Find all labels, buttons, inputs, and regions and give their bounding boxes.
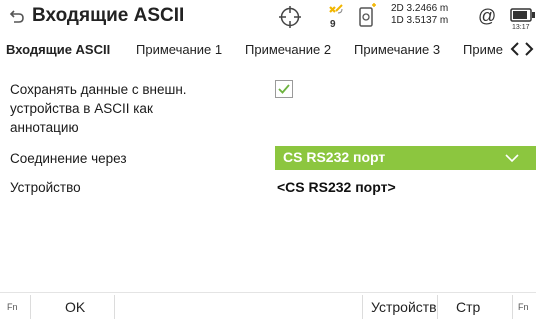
battery-icon xyxy=(510,8,535,22)
fn-left-key[interactable]: Fn xyxy=(7,302,18,312)
connection-value: CS RS232 порт xyxy=(283,149,386,165)
ok-button-label: OK xyxy=(65,299,86,315)
page-title: Входящие ASCII xyxy=(32,5,185,26)
at-icon[interactable]: @ xyxy=(478,6,496,27)
page-button-label: Стр xyxy=(456,299,481,315)
devices-button-label: Устройств xyxy=(371,299,437,315)
page-button[interactable]: Стр xyxy=(438,293,512,320)
connection-dropdown[interactable]: CS RS232 порт xyxy=(275,146,536,170)
tab-note-2[interactable]: Примечание 2 xyxy=(245,42,331,57)
device-status-icon[interactable] xyxy=(357,3,377,31)
fn-right-key[interactable]: Fn xyxy=(518,302,529,312)
position-crosshair-icon[interactable] xyxy=(278,5,302,29)
chevron-down-icon xyxy=(505,154,519,163)
device-value: <CS RS232 порт> xyxy=(277,179,396,195)
clock: 13:17 xyxy=(512,24,530,31)
separator xyxy=(114,295,115,319)
chevron-right-icon[interactable] xyxy=(522,41,536,57)
accuracy-readout: 2D 3.2466 m 1D 3.5137 m xyxy=(391,3,448,27)
accuracy-1d: 1D 3.5137 m xyxy=(391,15,449,26)
checkmark-icon xyxy=(278,84,290,94)
ok-button[interactable]: OK xyxy=(31,293,114,320)
connection-label: Соединение через xyxy=(10,151,127,166)
tab-note-4-truncated[interactable]: Приме xyxy=(463,42,503,57)
tab-bar: Входящие ASCII Примечание 1 Примечание 2… xyxy=(0,36,536,62)
back-icon[interactable] xyxy=(7,8,27,28)
satellite-count: 9 xyxy=(330,19,336,30)
save-ascii-label-line1: Сохранять данные с внешн. xyxy=(10,82,187,97)
save-ascii-label-line3: аннотацию xyxy=(10,120,79,135)
title-bar: Входящие ASCII 9 2D 3.2466 m 1D 3.5137 m… xyxy=(0,0,536,36)
tab-incoming-ascii[interactable]: Входящие ASCII xyxy=(6,42,110,57)
devices-button[interactable]: Устройств xyxy=(363,293,437,320)
function-key-bar: Fn OK Устройств Стр Fn xyxy=(0,292,536,320)
save-ascii-label-line2: устройства в ASCII как xyxy=(10,101,153,116)
tab-note-1[interactable]: Примечание 1 xyxy=(136,42,222,57)
tab-note-3[interactable]: Примечание 3 xyxy=(354,42,440,57)
save-ascii-checkbox[interactable] xyxy=(275,80,293,98)
save-ascii-label: Сохранять данные с внешн. устройства в A… xyxy=(10,80,187,137)
accuracy-2d: 2D 3.2466 m xyxy=(391,3,449,14)
separator xyxy=(512,295,513,319)
chevron-left-icon[interactable] xyxy=(508,41,522,57)
device-label: Устройство xyxy=(10,180,81,195)
